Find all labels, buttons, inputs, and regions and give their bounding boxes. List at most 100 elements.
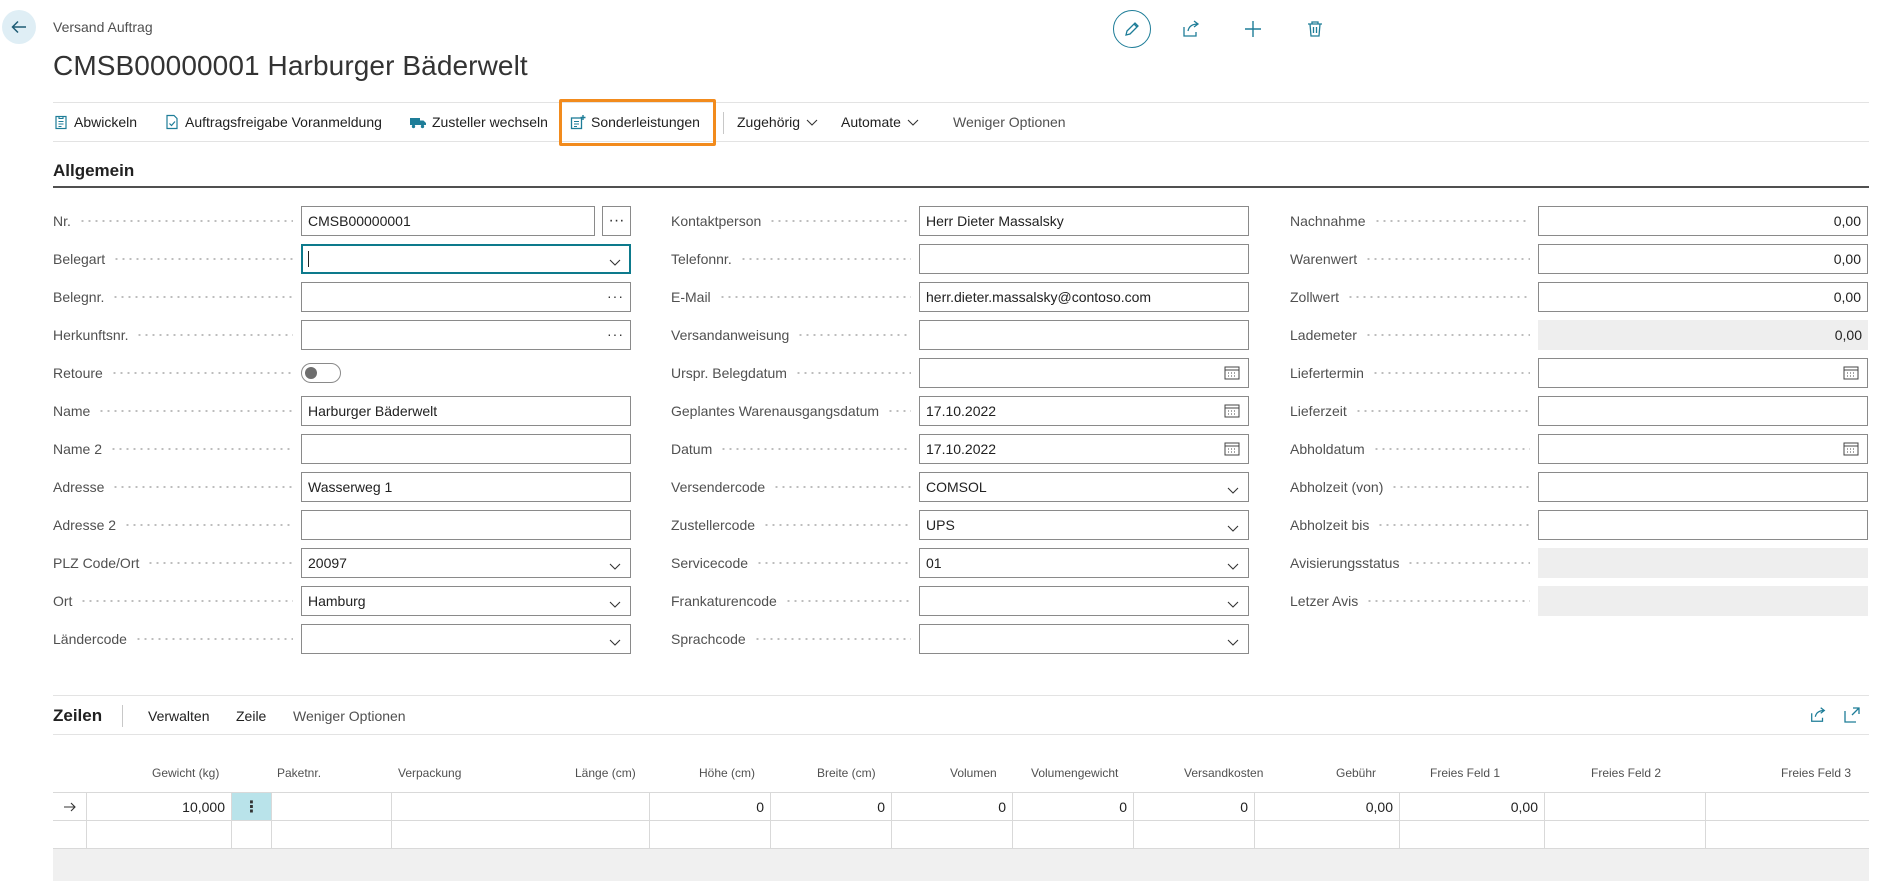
dropdown-toggle[interactable]	[1226, 596, 1240, 612]
lines-share-button[interactable]	[1809, 706, 1827, 727]
zustellercode-field[interactable]: UPS	[919, 510, 1249, 540]
date-picker-button[interactable]	[1224, 365, 1240, 383]
cell-gebuehr[interactable]	[1400, 821, 1545, 849]
lines-expand-button[interactable]	[1843, 706, 1861, 727]
cell-laenge[interactable]: 0	[650, 793, 771, 821]
abholzeit-von-field[interactable]	[1538, 472, 1868, 502]
adresse-2-field[interactable]	[301, 510, 631, 540]
column-header-paketnr[interactable]: Paketnr.	[277, 766, 321, 780]
cell-gewicht[interactable]: 10,000	[87, 793, 232, 821]
column-header-gewicht-kg[interactable]: Gewicht (kg)	[152, 766, 219, 780]
cell-volumen[interactable]: 0	[1013, 793, 1134, 821]
lookup-ellipsis-icon[interactable]: ···	[607, 288, 624, 304]
column-header-volumengewicht[interactable]: Volumengewicht	[1031, 766, 1118, 780]
dropdown-toggle[interactable]	[608, 596, 622, 612]
cell-versandkosten[interactable]: 0,00	[1255, 793, 1400, 821]
column-header-breite-cm[interactable]: Breite (cm)	[817, 766, 876, 780]
edit-button[interactable]	[1113, 10, 1151, 48]
date-picker-button[interactable]	[1843, 441, 1859, 459]
geplantes-warenausgangsdatum-field[interactable]: 17.10.2022	[919, 396, 1249, 426]
cell-paketnr[interactable]	[272, 793, 392, 821]
dropdown-toggle[interactable]	[608, 634, 622, 650]
row-indicator[interactable]	[53, 821, 87, 849]
date-picker-button[interactable]	[1224, 403, 1240, 421]
name-field[interactable]: Harburger Bäderwelt	[301, 396, 631, 426]
cell-gebuehr[interactable]: 0,00	[1400, 793, 1545, 821]
adresse-field[interactable]: Wasserweg 1	[301, 472, 631, 502]
sprachcode-field[interactable]	[919, 624, 1249, 654]
sonderleistungen-button[interactable]: Sonderleistungen	[570, 103, 700, 141]
cell-hoehe[interactable]: 0	[771, 793, 892, 821]
nachnahme-field[interactable]: 0,00	[1538, 206, 1868, 236]
e-mail-field[interactable]: herr.dieter.massalsky@contoso.com	[919, 282, 1249, 312]
versandanweisung-field[interactable]	[919, 320, 1249, 350]
abwickeln-button[interactable]: Abwickeln	[53, 103, 137, 141]
new-button[interactable]	[1235, 11, 1271, 47]
cell-breite[interactable]	[892, 821, 1013, 849]
column-header-freies-feld-1[interactable]: Freies Feld 1	[1430, 766, 1500, 780]
cell-paketnr[interactable]	[272, 821, 392, 849]
nr-field[interactable]: CMSB00000001	[301, 206, 595, 236]
weniger-optionen-button[interactable]: Weniger Optionen	[953, 103, 1066, 141]
column-header-freies-feld-3[interactable]: Freies Feld 3	[1781, 766, 1851, 780]
cell-verpackung[interactable]	[392, 821, 650, 849]
plz-code-ort-field[interactable]: 20097	[301, 548, 631, 578]
abholzeit-bis-field[interactable]	[1538, 510, 1868, 540]
zollwert-field[interactable]: 0,00	[1538, 282, 1868, 312]
warenwert-field[interactable]: 0,00	[1538, 244, 1868, 274]
zugehoerig-menu[interactable]: Zugehörig	[737, 103, 824, 141]
dropdown-toggle[interactable]	[1226, 634, 1240, 650]
lookup-ellipsis-icon[interactable]: ···	[607, 326, 624, 342]
datum-field[interactable]: 17.10.2022	[919, 434, 1249, 464]
delete-button[interactable]	[1297, 11, 1333, 47]
column-header-versandkosten[interactable]: Versandkosten	[1184, 766, 1263, 780]
herkunftsnr-field[interactable]: ···	[301, 320, 631, 350]
dropdown-toggle[interactable]	[608, 254, 622, 270]
servicecode-field[interactable]: 01	[919, 548, 1249, 578]
ort-field[interactable]: Hamburg	[301, 586, 631, 616]
column-header-freies-feld-2[interactable]: Freies Feld 2	[1591, 766, 1661, 780]
retoure-toggle[interactable]	[301, 363, 341, 383]
verwalten-button[interactable]: Verwalten	[148, 708, 209, 724]
belegart-field[interactable]	[301, 244, 631, 274]
cell-gewicht[interactable]	[87, 821, 232, 849]
auftragsfreigabe-button[interactable]: Auftragsfreigabe Voranmeldung	[164, 103, 382, 141]
cell-verpackung[interactable]	[392, 793, 650, 821]
cell-laenge[interactable]	[650, 821, 771, 849]
cell-feld1[interactable]	[1545, 821, 1706, 849]
table-row[interactable]	[53, 820, 1869, 849]
versendercode-field[interactable]: COMSOL	[919, 472, 1249, 502]
back-button[interactable]	[2, 10, 36, 44]
abholdatum-field[interactable]	[1538, 434, 1868, 464]
liefertermin-field[interactable]	[1538, 358, 1868, 388]
row-actions-cell[interactable]	[232, 821, 272, 849]
cell-volumengewicht[interactable]	[1134, 821, 1255, 849]
automate-menu[interactable]: Automate	[841, 103, 925, 141]
lieferzeit-field[interactable]	[1538, 396, 1868, 426]
column-header-verpackung[interactable]: Verpackung	[398, 766, 461, 780]
column-header-hoehe-cm[interactable]: Höhe (cm)	[699, 766, 755, 780]
cell-versandkosten[interactable]	[1255, 821, 1400, 849]
cell-hoehe[interactable]	[771, 821, 892, 849]
telefonnr-field[interactable]	[919, 244, 1249, 274]
dropdown-toggle[interactable]	[1226, 482, 1240, 498]
cell-feld1[interactable]	[1545, 793, 1706, 821]
lines-weniger-optionen-button[interactable]: Weniger Optionen	[293, 708, 406, 724]
zeile-button[interactable]: Zeile	[236, 708, 266, 724]
frankaturencode-field[interactable]	[919, 586, 1249, 616]
dropdown-toggle[interactable]	[1226, 558, 1240, 574]
table-row[interactable]: 10,000 ⋮ 0 0 0 0 0 0,00 0,00	[53, 792, 1869, 821]
column-header-volumen[interactable]: Volumen	[950, 766, 997, 780]
more-options-icon[interactable]: ⋮	[244, 797, 260, 817]
cell-feld2[interactable]	[1706, 793, 1869, 821]
number-series-more-button[interactable]: ···	[602, 206, 631, 236]
name-2-field[interactable]	[301, 434, 631, 464]
share-button[interactable]	[1173, 11, 1209, 47]
dropdown-toggle[interactable]	[1226, 520, 1240, 536]
cell-breite[interactable]: 0	[892, 793, 1013, 821]
cell-volumen[interactable]	[1013, 821, 1134, 849]
cell-volumengewicht[interactable]: 0	[1134, 793, 1255, 821]
belegnr-field[interactable]: ···	[301, 282, 631, 312]
column-header-laenge-cm[interactable]: Länge (cm)	[575, 766, 636, 780]
zusteller-wechseln-button[interactable]: Zusteller wechseln	[409, 103, 548, 141]
